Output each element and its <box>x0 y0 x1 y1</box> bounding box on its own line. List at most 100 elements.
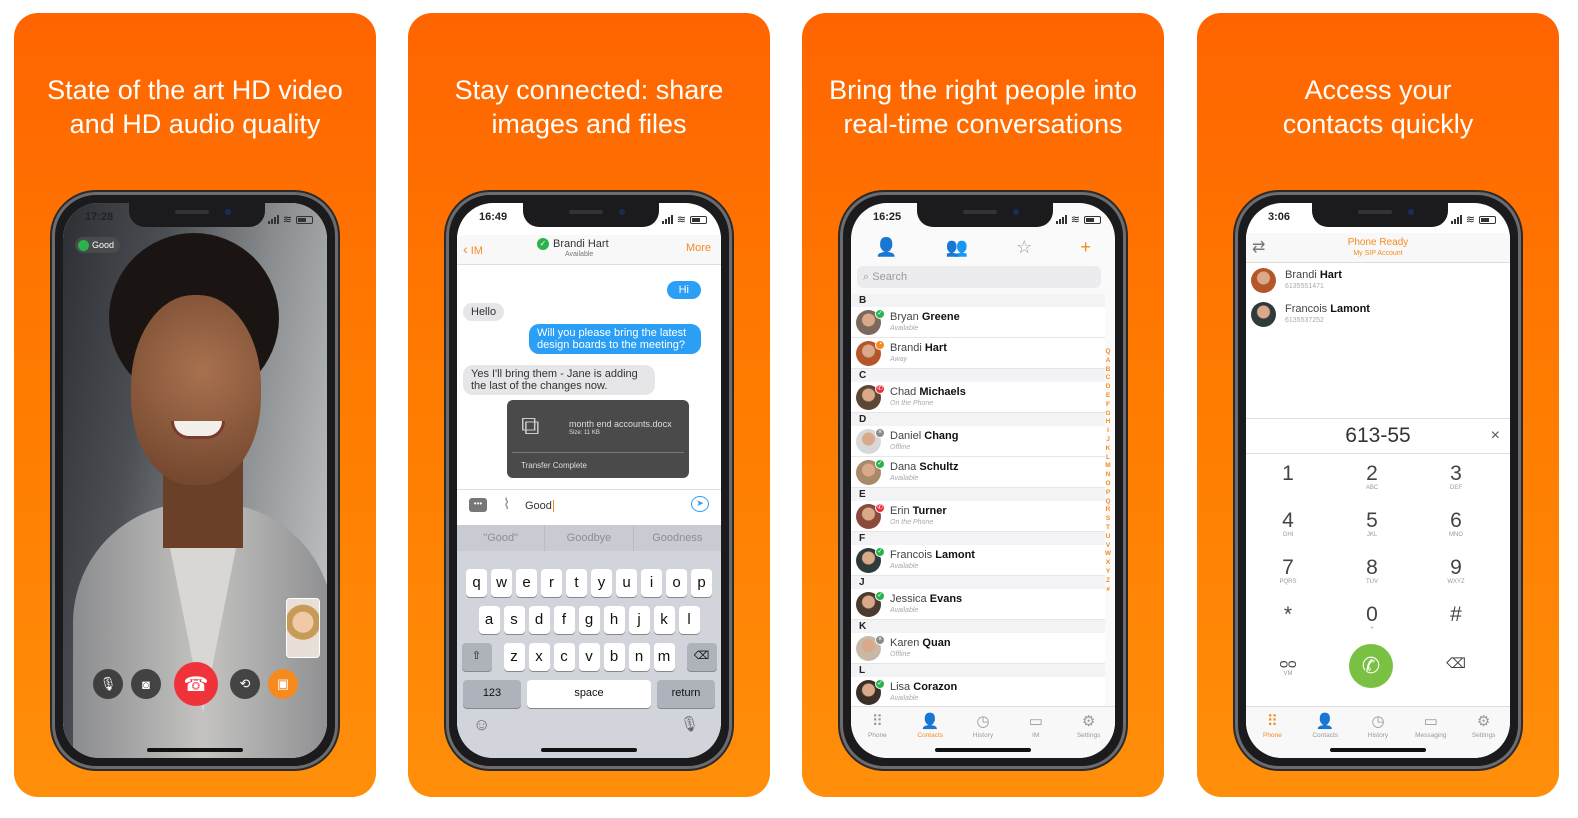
suggestion[interactable]: Goodness <box>632 525 721 551</box>
back-button[interactable]: ‹ IM <box>463 241 483 257</box>
key-f[interactable]: f <box>553 606 575 634</box>
backspace-key[interactable]: ⌫ <box>686 643 717 671</box>
index-letter[interactable]: V <box>1104 542 1112 551</box>
index-letter[interactable]: R <box>1104 506 1112 515</box>
star-icon[interactable]: ☆ <box>1016 237 1032 258</box>
contact-row[interactable]: ✆ Chad Michaels On the Phone <box>851 382 1105 413</box>
shift-key[interactable]: ⇧ <box>461 643 492 671</box>
dial-key-5[interactable]: 5 JKL <box>1342 510 1402 539</box>
key-p[interactable]: p <box>691 569 712 597</box>
key-r[interactable]: r <box>541 569 562 597</box>
key-d[interactable]: d <box>528 606 550 634</box>
self-view-thumbnail[interactable] <box>286 598 320 658</box>
index-letter[interactable]: O <box>1104 480 1112 489</box>
index-letter[interactable]: L <box>1104 454 1112 463</box>
key-s[interactable]: s <box>503 606 525 634</box>
index-letter[interactable]: Q <box>1104 498 1112 507</box>
switch-camera-button[interactable]: ⟲ <box>230 669 260 699</box>
microphone-icon[interactable]: 🎙 <box>680 715 699 733</box>
key-x[interactable]: x <box>528 643 550 671</box>
index-letter[interactable]: S <box>1104 515 1112 524</box>
dial-key-7[interactable]: 7 PQRS <box>1258 557 1318 586</box>
backspace-button[interactable]: ⌫ <box>1426 655 1486 672</box>
dial-key-6[interactable]: 6 MNO <box>1426 510 1486 539</box>
key-v[interactable]: v <box>578 643 600 671</box>
file-attachment-card[interactable]: ⧉ month end accounts.docx Size: 11 KB Tr… <box>507 400 689 478</box>
contact-row[interactable]: ◔ Brandi Hart Away <box>851 338 1105 369</box>
key-e[interactable]: e <box>516 569 537 597</box>
tab-phone[interactable]: ⠿ Phone <box>851 707 904 758</box>
index-letter[interactable]: T <box>1104 524 1112 533</box>
key-h[interactable]: h <box>603 606 625 634</box>
tab-settings[interactable]: ⚙ Settings <box>1062 707 1115 758</box>
tab-settings[interactable]: ⚙ Settings <box>1457 707 1510 758</box>
end-call-button[interactable]: ☎ <box>174 662 218 706</box>
key-l[interactable]: l <box>678 606 700 634</box>
index-letter[interactable]: E <box>1104 392 1112 401</box>
dial-key-4[interactable]: 4 GHI <box>1258 510 1318 539</box>
clear-icon[interactable]: × <box>1491 419 1500 453</box>
key-i[interactable]: i <box>641 569 662 597</box>
person-icon[interactable]: 👤 <box>875 237 897 258</box>
quick-reply-icon[interactable]: ••• <box>469 498 487 512</box>
more-button[interactable]: More <box>686 242 711 254</box>
recent-call-row[interactable]: Brandi Hart 6135551471 <box>1246 265 1510 298</box>
contact-row[interactable]: ✓ Dana Schultz Available <box>851 457 1105 488</box>
key-c[interactable]: c <box>553 643 575 671</box>
dial-key-8[interactable]: 8 TUV <box>1342 557 1402 586</box>
contact-row[interactable]: ✓ Bryan Greene Available <box>851 307 1105 338</box>
voicemail-button[interactable]: ᴑᴑ VM <box>1258 655 1318 677</box>
camera-off-button[interactable]: ◙ <box>131 669 161 699</box>
key-z[interactable]: z <box>503 643 525 671</box>
emoji-icon[interactable]: ☺ <box>473 715 490 735</box>
dial-key-0[interactable]: 0 + <box>1342 604 1402 633</box>
index-letter[interactable]: A <box>1104 357 1112 366</box>
contact-row[interactable]: ✆ Erin Turner On the Phone <box>851 501 1105 532</box>
index-letter[interactable]: K <box>1104 445 1112 454</box>
tab-phone[interactable]: ⠿ Phone <box>1246 707 1299 758</box>
index-letter[interactable]: # <box>1104 586 1112 595</box>
paperclip-icon[interactable]: ⌇ <box>503 495 510 513</box>
index-letter[interactable]: Z <box>1104 577 1112 586</box>
key-j[interactable]: j <box>628 606 650 634</box>
search-input[interactable]: ⌕ Search <box>857 266 1101 288</box>
key-b[interactable]: b <box>603 643 625 671</box>
dial-key-star[interactable]: * <box>1258 604 1318 626</box>
alphabet-index[interactable]: Q A B C D E F G H I J K L M N O P Q R S T U V W X Y Z # <box>1104 348 1112 594</box>
send-icon[interactable]: ➤ <box>691 496 709 512</box>
index-letter[interactable]: G <box>1104 410 1112 419</box>
contact-row[interactable]: ✓ Lisa Corazon Available <box>851 677 1105 708</box>
index-letter[interactable]: P <box>1104 489 1112 498</box>
index-letter[interactable]: C <box>1104 374 1112 383</box>
contact-row[interactable]: ✓ Jessica Evans Available <box>851 589 1105 620</box>
key-w[interactable]: w <box>491 569 512 597</box>
index-letter[interactable]: N <box>1104 471 1112 480</box>
index-letter[interactable]: X <box>1104 559 1112 568</box>
index-letter[interactable]: F <box>1104 401 1112 410</box>
key-a[interactable]: a <box>478 606 500 634</box>
key-space[interactable]: space <box>527 680 651 708</box>
index-letter[interactable]: D <box>1104 383 1112 392</box>
index-letter[interactable]: M <box>1104 462 1112 471</box>
share-screen-button[interactable]: ▣ <box>268 669 298 699</box>
contacts-presence-icon[interactable]: 👥 <box>946 237 968 258</box>
message-input[interactable]: Good <box>525 500 554 512</box>
key-q[interactable]: q <box>466 569 487 597</box>
index-letter[interactable]: W <box>1104 550 1112 559</box>
suggestion[interactable]: Goodbye <box>544 525 632 551</box>
contact-row[interactable]: × Daniel Chang Offline <box>851 426 1105 457</box>
call-button[interactable]: ✆ <box>1349 644 1393 688</box>
contact-row[interactable]: ✓ Francois Lamont Available <box>851 545 1105 576</box>
index-letter[interactable]: I <box>1104 427 1112 436</box>
index-letter[interactable]: B <box>1104 366 1112 375</box>
key-k[interactable]: k <box>653 606 675 634</box>
key-y[interactable]: y <box>591 569 612 597</box>
key-g[interactable]: g <box>578 606 600 634</box>
dial-key-9[interactable]: 9 WXYZ <box>1426 557 1486 586</box>
key-n[interactable]: n <box>628 643 650 671</box>
microphone-button[interactable]: 🎙 <box>93 669 123 699</box>
index-letter[interactable]: Y <box>1104 568 1112 577</box>
contact-row[interactable]: × Karen Quan Offline <box>851 633 1105 664</box>
dial-key-hash[interactable]: # <box>1426 604 1486 626</box>
suggestion[interactable]: "Good" <box>457 525 544 551</box>
